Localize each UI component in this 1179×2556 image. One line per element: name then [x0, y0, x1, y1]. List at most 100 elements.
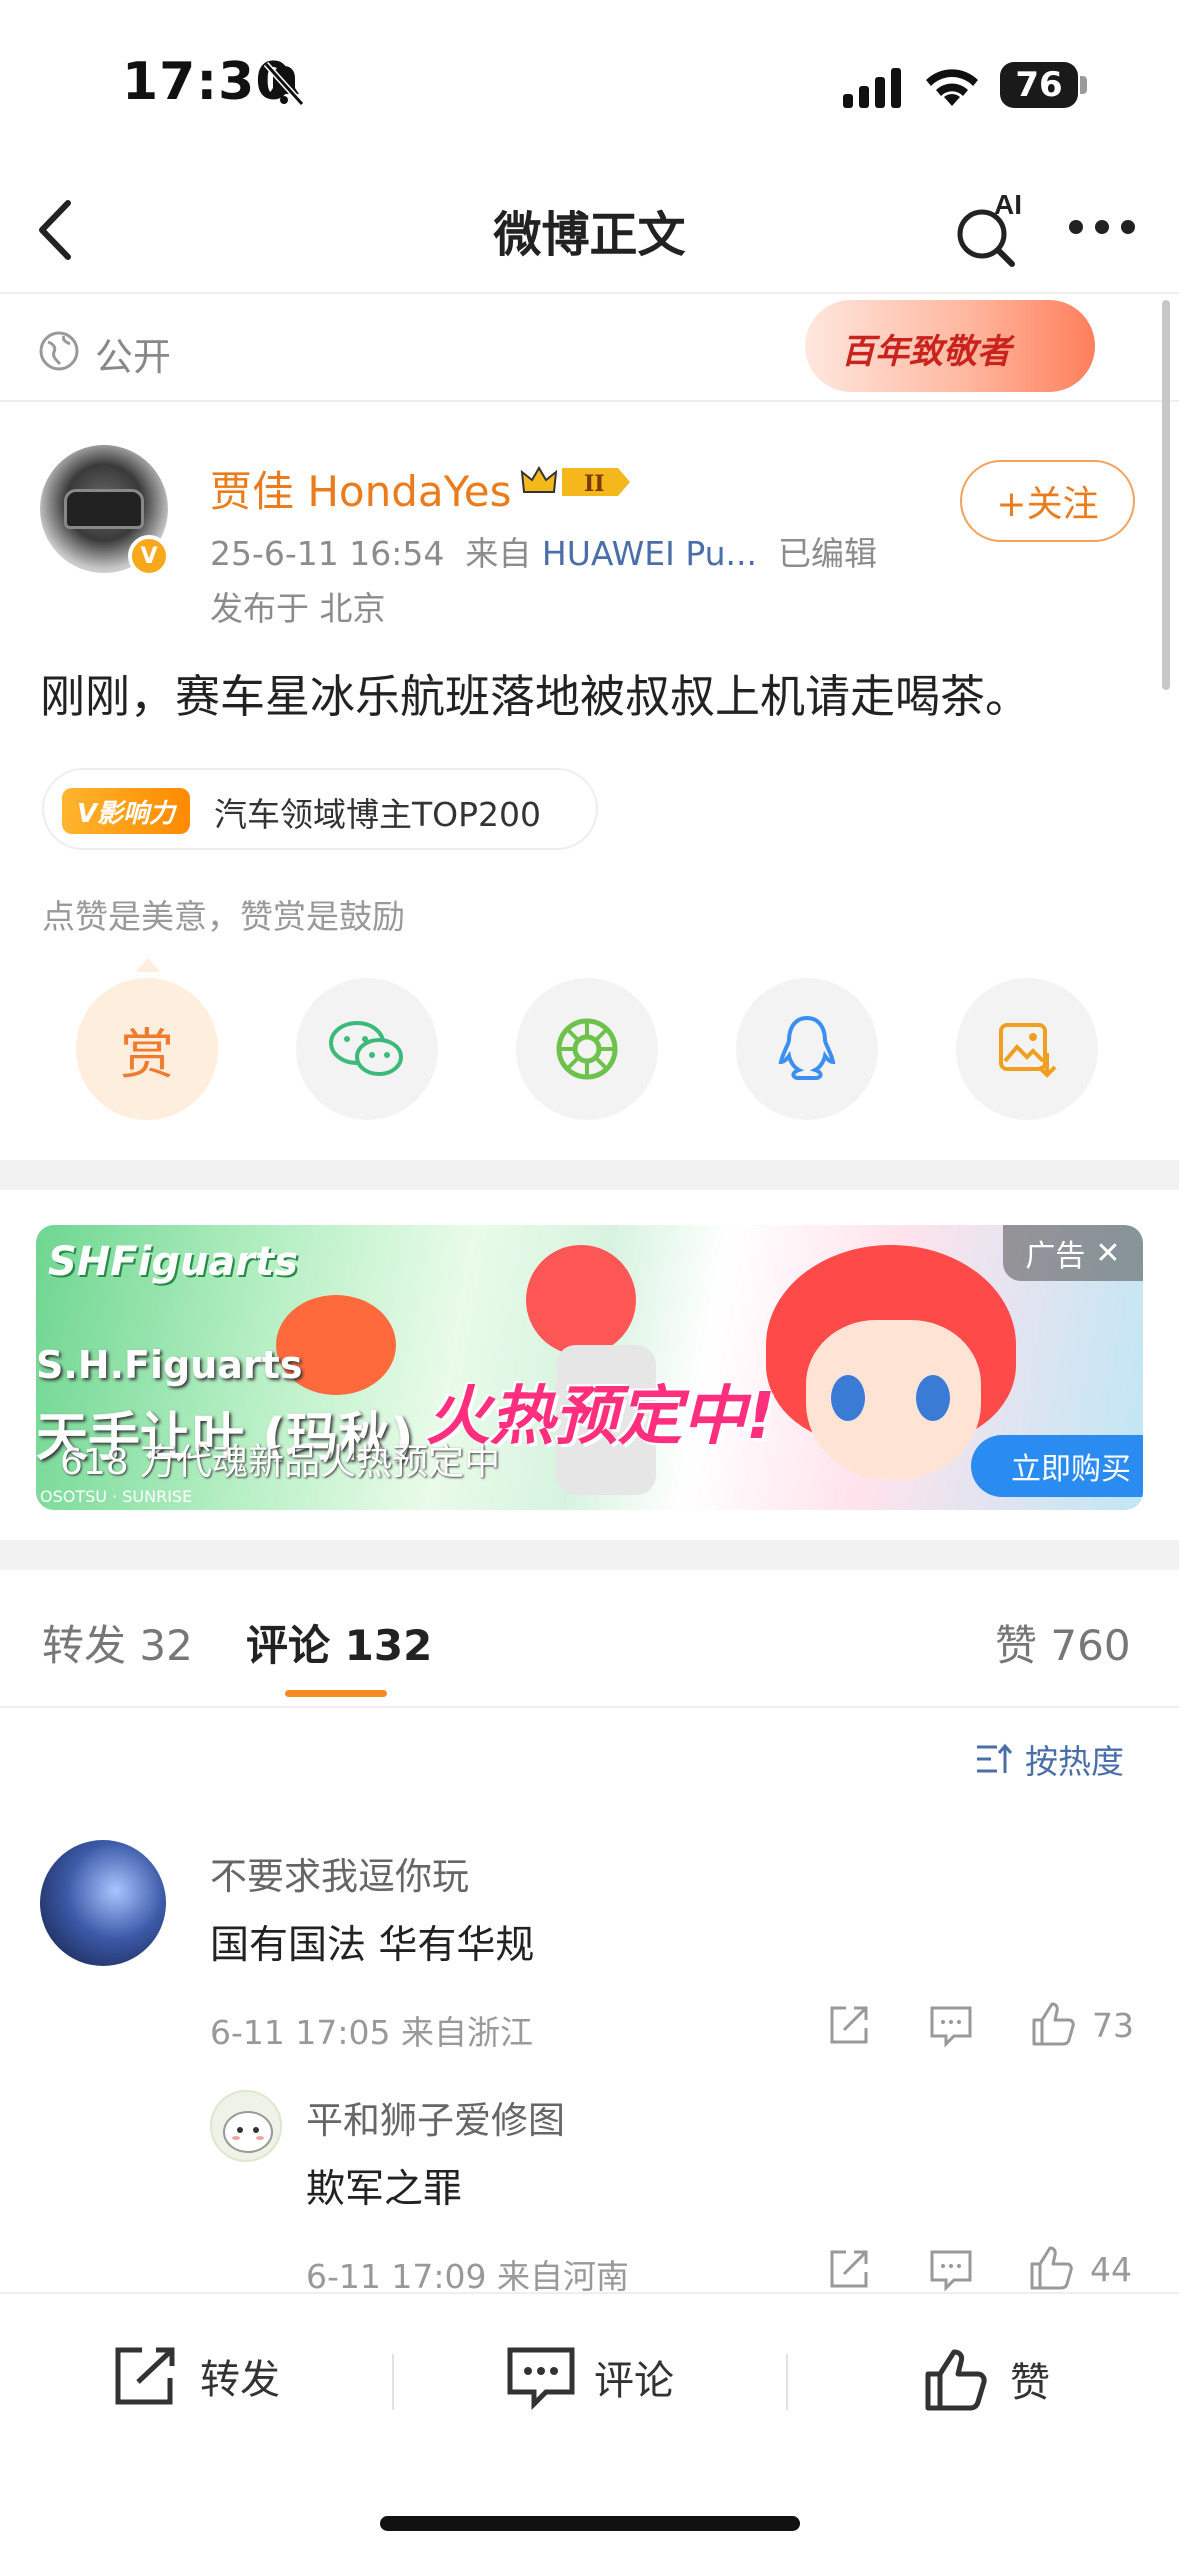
reward-hint: 点赞是美意，赞赏是鼓励: [42, 897, 405, 936]
verified-badge-icon: V: [128, 535, 170, 577]
tab-likes-label: 赞: [995, 1621, 1038, 1670]
tab-comments-label: 评论: [246, 1621, 331, 1670]
save-image-button[interactable]: [956, 978, 1098, 1120]
reply-meta: 6-11 17:09 来自河南: [306, 2257, 629, 2296]
comment-text: 国有国法 华有华规: [210, 1923, 535, 1968]
influence-label: 汽车领域博主TOP200: [214, 795, 542, 834]
comment-icon[interactable]: [928, 2002, 974, 2048]
tab-comments[interactable]: 评论 132: [246, 1612, 432, 1673]
moments-icon: [556, 1018, 618, 1080]
bottom-like-button[interactable]: 赞: [922, 2344, 1050, 2414]
share-wechat-button[interactable]: [296, 978, 438, 1120]
ad-figure-image: [526, 1245, 636, 1355]
ad-product-line: S.H.Figuarts: [36, 1343, 303, 1387]
share-moments-button[interactable]: [516, 978, 658, 1120]
share-qq-button[interactable]: [736, 978, 878, 1120]
ad-brand: SHFiguarts: [48, 1239, 299, 1285]
reward-button[interactable]: 赏: [76, 978, 218, 1120]
signal-icon: [843, 68, 901, 108]
repost-icon[interactable]: [826, 2002, 872, 2048]
active-tab-indicator: [285, 1690, 387, 1697]
nav-divider: [0, 292, 1179, 294]
tab-comments-count: 132: [344, 1621, 433, 1670]
tabs-divider: [0, 1706, 1179, 1708]
visibility-divider: [0, 400, 1179, 402]
like-icon: [925, 2349, 987, 2411]
reward-pointer: [136, 958, 160, 972]
tab-repost-label: 转发: [42, 1621, 127, 1670]
reply-text: 欺军之罪: [306, 2167, 463, 2212]
section-gap: [0, 1160, 1179, 1190]
visibility-label: 公开: [95, 335, 172, 379]
ad-banner[interactable]: SHFiguarts S.H.Figuarts 天手让叶 (玛秋) 火热预定中!…: [36, 1225, 1143, 1510]
bell-muted-icon: [263, 61, 305, 107]
comment-icon: [507, 2347, 575, 2410]
reply-avatar[interactable]: [210, 2090, 282, 2162]
bottom-comment-label: 评论: [594, 2358, 674, 2404]
globe-icon: [39, 331, 79, 371]
wechat-icon: [329, 1021, 403, 1076]
comment-avatar[interactable]: [40, 1840, 166, 1966]
tab-likes-count: 760: [1050, 1621, 1131, 1670]
avatar-cartoon-icon: [223, 2111, 273, 2153]
post-meta: 25-6-11 16:54 来自 HUAWEI Pu... 已编辑: [210, 527, 877, 575]
event-banner-text: 百年致敬者: [841, 332, 1011, 372]
ad-subtitle: 618 万代魂新品火热预定中: [60, 1442, 501, 1483]
influence-logo: V影响力: [62, 788, 190, 834]
post-source[interactable]: HUAWEI Pu...: [542, 534, 757, 573]
crown-icon: [520, 466, 558, 493]
like-icon[interactable]: [1028, 1998, 1078, 2048]
bottom-repost-button[interactable]: 转发: [112, 2344, 280, 2408]
wifi-icon: [926, 69, 978, 106]
sort-button[interactable]: 按热度: [975, 1735, 1124, 1783]
more-options-icon[interactable]: [1066, 215, 1138, 239]
repost-icon: [115, 2347, 175, 2405]
ad-sponsor-text: OSOTSU · SUNRISE: [40, 1487, 193, 1506]
bottom-repost-label: 转发: [200, 2357, 280, 2403]
sort-icon: [977, 1743, 1013, 1773]
like-count: 73: [1092, 2006, 1134, 2045]
like-count: 44: [1090, 2250, 1132, 2289]
follow-button[interactable]: +关注: [960, 460, 1135, 542]
like-icon[interactable]: [1026, 2242, 1076, 2292]
bottom-like-label: 赞: [1010, 2360, 1050, 2406]
influence-tag[interactable]: V影响力 汽车领域博主TOP200: [42, 768, 598, 850]
battery-tip: [1080, 76, 1087, 94]
level-badge: II: [562, 468, 630, 497]
post-location: 发布于 北京: [210, 589, 386, 628]
ad-tag-label: 广告: [1025, 1239, 1086, 1274]
post-text: 刚刚，赛车星冰乐航班落地被叔叔上机请走喝茶。: [40, 670, 1031, 723]
comment-meta: 6-11 17:05 来自浙江: [210, 2013, 533, 2052]
comment-username[interactable]: 不要求我逗你玩: [210, 1846, 469, 1900]
ad-figure-image: [831, 1375, 865, 1421]
reward-label: 赏: [120, 1022, 174, 1086]
bottom-comment-button[interactable]: 评论: [506, 2344, 674, 2410]
reply-username[interactable]: 平和狮子爱修图: [306, 2090, 565, 2144]
comment-icon[interactable]: [928, 2246, 974, 2292]
ad-buy-button[interactable]: 立即购买: [971, 1435, 1143, 1497]
bottom-separator: [786, 2354, 788, 2410]
tab-repost[interactable]: 转发 32: [42, 1612, 193, 1673]
event-banner[interactable]: 百年致敬者: [805, 300, 1095, 392]
tab-likes[interactable]: 赞 760: [995, 1612, 1131, 1673]
ai-label: AI: [994, 190, 1022, 220]
post-edited[interactable]: 已编辑: [778, 534, 877, 573]
post-from-prefix: 来自: [465, 534, 532, 573]
repost-icon[interactable]: [826, 2246, 872, 2292]
ai-search-icon[interactable]: AI: [950, 190, 1028, 270]
level-text: II: [584, 471, 605, 497]
save-image-icon: [999, 1023, 1057, 1078]
author-name[interactable]: 贾佳 HondaYes: [210, 458, 511, 519]
battery-indicator: 76: [1000, 62, 1078, 108]
bottom-action-bar: 转发 评论 赞: [0, 2292, 1179, 2556]
qq-icon: [778, 1015, 836, 1080]
ad-close-button[interactable]: 广告 ✕: [1003, 1225, 1143, 1281]
section-gap: [0, 1540, 1179, 1570]
sort-label: 按热度: [1025, 1742, 1124, 1781]
ad-figure-image: [916, 1375, 950, 1421]
home-indicator: [380, 2516, 800, 2531]
avatar-car-image: [64, 489, 144, 529]
close-icon: ✕: [1095, 1235, 1121, 1271]
scrollbar[interactable]: [1162, 300, 1170, 690]
post-date: 25-6-11 16:54: [210, 534, 445, 573]
